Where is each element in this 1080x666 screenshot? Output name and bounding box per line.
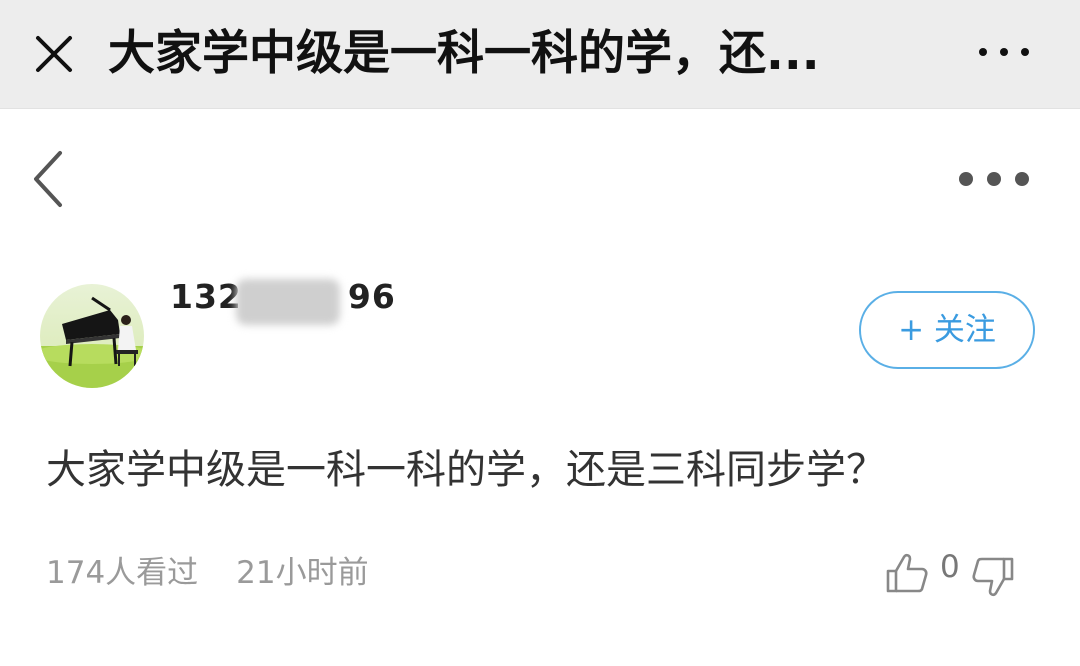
thumbs-down-icon[interactable]	[970, 555, 1016, 599]
avatar[interactable]	[40, 284, 144, 388]
post-content: 132 96 + 关注 大家学中级是一科一科的学，还是三科同步学？ 174人看过 2…	[0, 109, 1080, 666]
title-bar: 大家学中级是一科一科的学，还...	[0, 0, 1080, 109]
username-redaction	[236, 279, 340, 325]
chevron-left-icon[interactable]	[28, 149, 68, 209]
post-meta: 174人看过 21小时前	[46, 547, 369, 592]
more-horizontal-icon[interactable]	[956, 167, 1032, 191]
more-horizontal-icon[interactable]	[976, 40, 1032, 64]
avatar-piano-image	[40, 284, 144, 388]
post-time: 21小时前	[236, 555, 369, 591]
question-text: 大家学中级是一科一科的学，还是三科同步学？	[46, 447, 886, 493]
thumbs-up-icon[interactable]	[884, 551, 930, 595]
view-count: 174人看过	[46, 555, 199, 591]
like-count: 0	[940, 549, 960, 585]
follow-button[interactable]: + 关注	[859, 291, 1035, 369]
close-icon[interactable]	[30, 30, 78, 78]
window-title: 大家学中级是一科一科的学，还...	[108, 26, 820, 81]
